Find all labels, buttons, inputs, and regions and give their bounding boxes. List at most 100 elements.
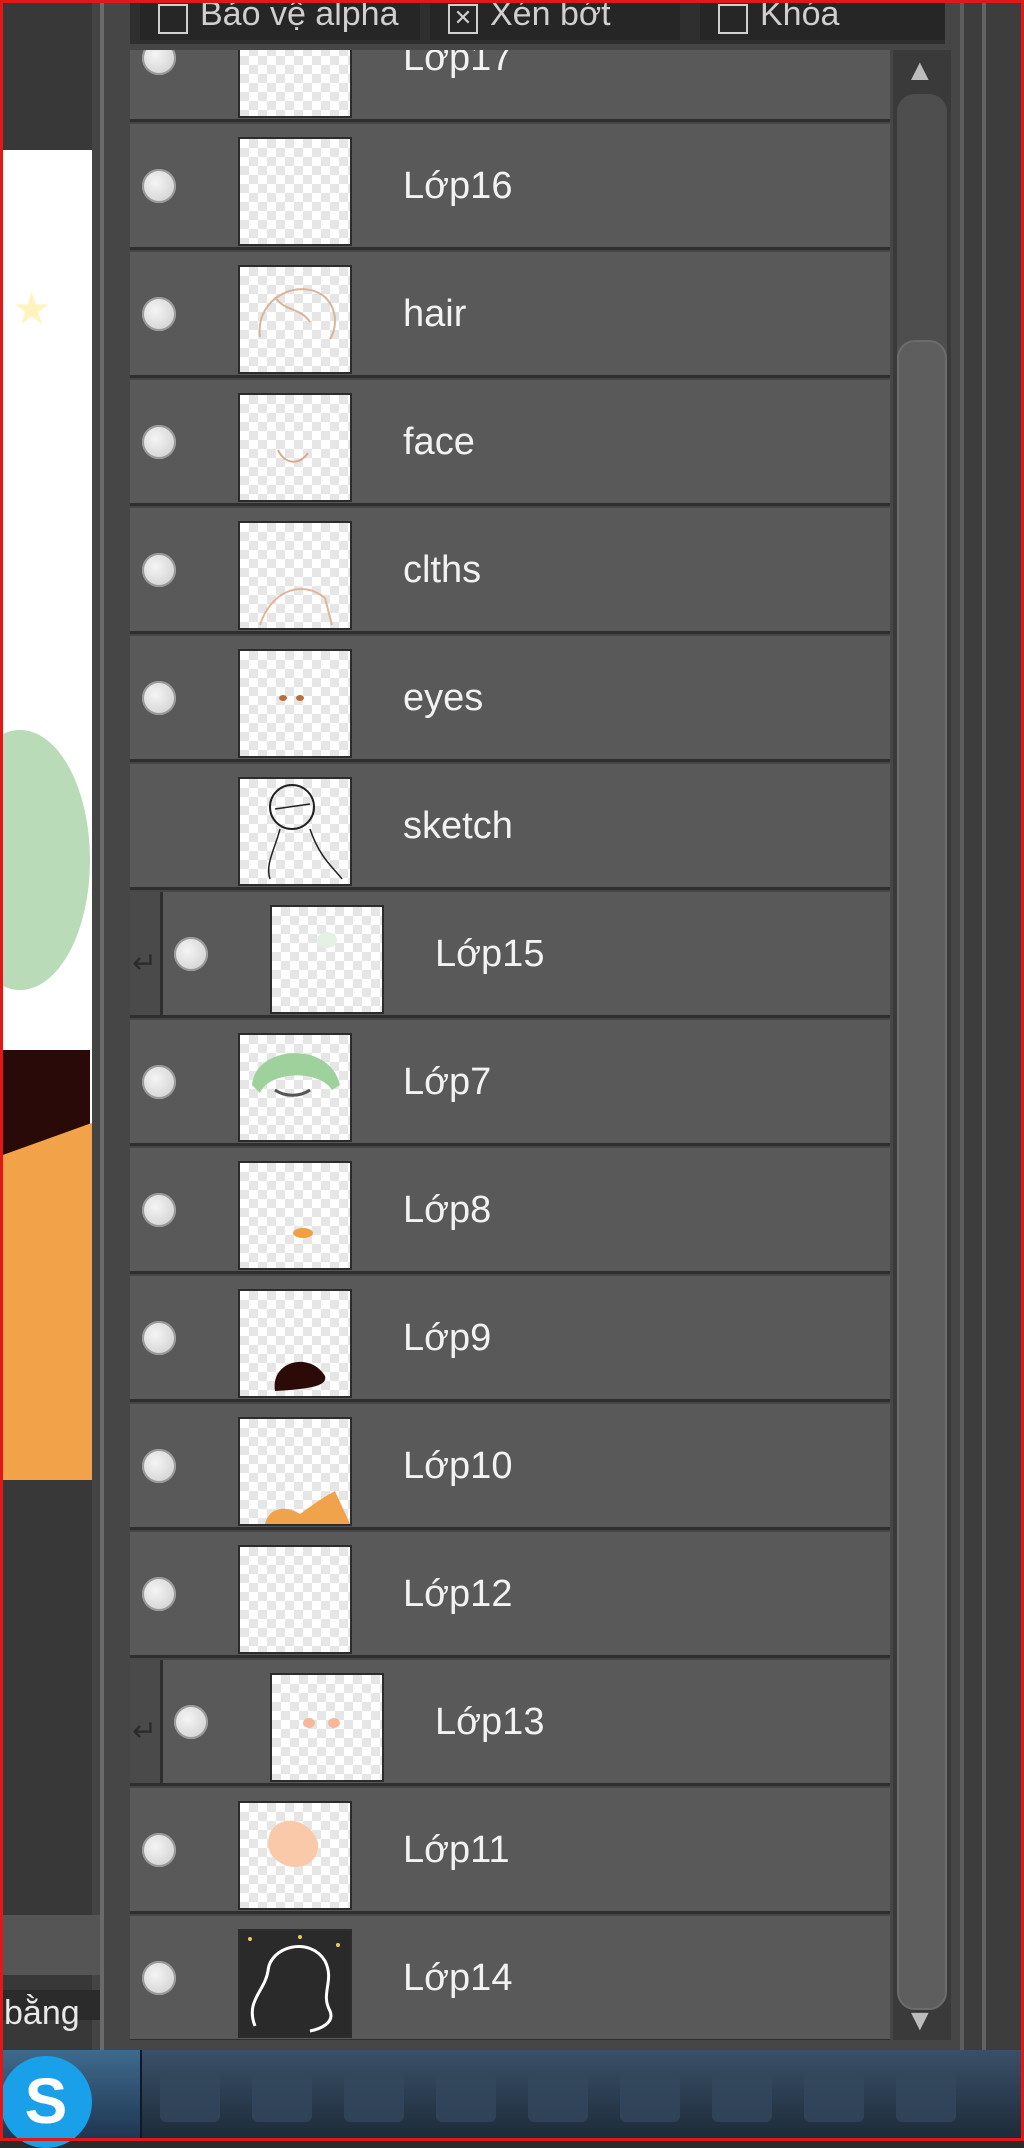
taskbar-app-button[interactable] [712, 2072, 772, 2122]
layer-row[interactable]: Lớp7 [130, 1020, 890, 1146]
taskbar-app-button[interactable] [160, 2072, 220, 2122]
layer-row[interactable]: face [130, 380, 890, 506]
layer-name: Lớp10 [403, 1444, 513, 1487]
layer-thumbnail [238, 521, 352, 630]
taskbar-app-button[interactable] [252, 2072, 312, 2122]
layer-row[interactable]: ↵ Lớp15 [130, 892, 890, 1018]
visibility-toggle-icon[interactable] [142, 424, 176, 459]
clipping-indicator: ↵ [130, 1660, 163, 1783]
visibility-toggle-icon[interactable] [142, 1064, 176, 1099]
canvas-orange-shape [0, 1120, 100, 1480]
layer-thumbnail [270, 905, 384, 1014]
visibility-toggle-icon[interactable] [142, 1960, 176, 1995]
layer-row[interactable]: eyes [130, 636, 890, 762]
star-icon: ★ [12, 285, 52, 334]
layer-row[interactable]: Lớp11 [130, 1788, 890, 1914]
visibility-toggle-icon[interactable] [142, 1192, 176, 1227]
checkbox-checked-icon[interactable]: ✕ [448, 4, 478, 34]
layer-thumbnail [238, 1801, 352, 1910]
layer-thumbnail [238, 777, 352, 886]
checkbox-icon[interactable] [158, 4, 188, 34]
layer-list-scrollbar[interactable]: ▲ ▼ [893, 50, 951, 2040]
layer-row[interactable]: Lớp8 [130, 1148, 890, 1274]
layer-name: Lớp16 [403, 164, 513, 207]
layer-name: Lớp14 [403, 1956, 513, 1999]
layer-name: hair [403, 292, 467, 335]
layer-option-label: Xén bớt [490, 0, 611, 33]
taskbar-start-area[interactable]: S [0, 2050, 142, 2148]
layer-row[interactable]: Lớp10 [130, 1404, 890, 1530]
layer-row[interactable]: clths [130, 508, 890, 634]
taskbar-app-button[interactable] [620, 2072, 680, 2122]
layer-row[interactable]: Lớp17 [130, 50, 890, 122]
layer-thumbnail [238, 137, 352, 246]
layer-option-2[interactable]: Khóa [700, 0, 945, 40]
layer-thumbnail [238, 1033, 352, 1142]
visibility-toggle-icon[interactable] [142, 680, 176, 715]
clip-arrow-icon: ↵ [132, 947, 158, 980]
layer-thumbnail [238, 1545, 352, 1654]
layer-thumbnail [238, 1161, 352, 1270]
drawing-canvas[interactable]: ★ bằng [0, 0, 100, 2050]
layer-thumbnail [270, 1673, 384, 1782]
scroll-down-arrow-icon[interactable]: ▼ [905, 2004, 935, 2038]
skype-icon[interactable]: S [0, 2056, 92, 2148]
visibility-toggle-icon[interactable] [142, 1448, 176, 1483]
layer-option-label: Bảo vệ alpha [200, 0, 399, 33]
layer-thumbnail [238, 649, 352, 758]
layer-row[interactable]: Lớp14 [130, 1916, 890, 2040]
layer-name: Lớp13 [435, 1700, 545, 1743]
layer-name: Lớp8 [403, 1188, 492, 1231]
visibility-toggle-icon[interactable] [142, 296, 176, 331]
layer-row[interactable]: Lớp9 [130, 1276, 890, 1402]
scroll-up-arrow-icon[interactable]: ▲ [905, 54, 935, 88]
canvas-edge [92, 0, 100, 2050]
layer-row[interactable]: hair [130, 252, 890, 378]
visibility-toggle-icon[interactable] [142, 552, 176, 587]
layer-option-label: Khóa [760, 0, 840, 33]
layer-thumbnail [238, 1929, 352, 2038]
layer-name: Lớp7 [403, 1060, 492, 1103]
layer-option-0[interactable]: Bảo vệ alpha [140, 0, 420, 40]
layer-name: sketch [403, 804, 513, 847]
visibility-toggle-icon[interactable] [142, 50, 176, 75]
layer-thumbnail [238, 1289, 352, 1398]
taskbar-app-button[interactable] [436, 2072, 496, 2122]
taskbar-app-button[interactable] [896, 2072, 956, 2122]
canvas-horizontal-scroll[interactable] [0, 1915, 100, 1975]
taskbar-app-button[interactable] [344, 2072, 404, 2122]
layer-options-bar: Bảo vệ alpha ✕ Xén bớt Khóa [130, 0, 945, 44]
panel-right-edge [960, 0, 1024, 2050]
status-text: bằng [4, 1994, 80, 2032]
layer-name: face [403, 420, 475, 463]
layer-row[interactable]: Lớp12 [130, 1532, 890, 1658]
layer-thumbnail [238, 1417, 352, 1526]
visibility-toggle-icon[interactable] [174, 936, 208, 971]
visibility-toggle-icon[interactable] [142, 168, 176, 203]
layer-row[interactable]: ↵ Lớp13 [130, 1660, 890, 1786]
layer-thumbnail [238, 393, 352, 502]
taskbar-app-button[interactable] [528, 2072, 588, 2122]
layer-name: Lớp11 [403, 1828, 510, 1871]
taskbar: S [0, 2050, 1024, 2148]
layer-name: Lớp15 [435, 932, 545, 975]
layer-thumbnail [238, 265, 352, 374]
layer-name: Lớp9 [403, 1316, 492, 1359]
visibility-toggle-icon[interactable] [142, 1320, 176, 1355]
layer-row[interactable]: Lớp16 [130, 124, 890, 250]
layer-thumbnail [238, 50, 352, 118]
clipping-indicator: ↵ [130, 892, 163, 1015]
clip-arrow-icon: ↵ [132, 1715, 158, 1748]
layer-name: Lớp17 [403, 50, 513, 79]
taskbar-app-button[interactable] [804, 2072, 864, 2122]
visibility-toggle-icon[interactable] [174, 1704, 208, 1739]
visibility-toggle-icon[interactable] [142, 1576, 176, 1611]
scroll-thumb[interactable] [897, 340, 947, 2010]
checkbox-icon[interactable] [718, 4, 748, 34]
layer-name: clths [403, 548, 482, 591]
layer-option-1[interactable]: ✕ Xén bớt [430, 0, 680, 40]
layer-row[interactable]: sketch [130, 764, 890, 890]
layer-name: Lớp12 [403, 1572, 513, 1615]
visibility-toggle-icon[interactable] [142, 1832, 176, 1867]
layer-list: Lớp17 Lớp16 hair face clths eyes sketch ↵ Lớp15 L… [130, 50, 890, 2040]
